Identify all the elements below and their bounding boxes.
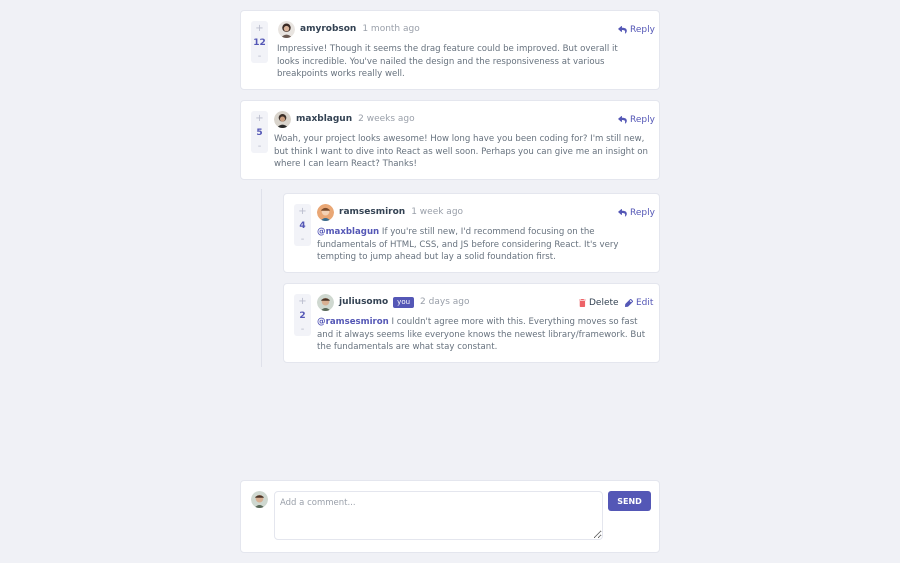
- reply-icon: [618, 116, 627, 124]
- trash-icon: [579, 299, 586, 307]
- comment-composer: SEND: [240, 480, 660, 553]
- reply-card-own: + 2 - juliusomo you 2 days ago Delete Ed…: [283, 283, 660, 363]
- vote-widget: + 4 -: [294, 204, 311, 246]
- comment-header: ramsesmiron 1 week ago: [317, 203, 463, 221]
- vote-widget: + 2 -: [294, 294, 311, 336]
- vote-widget: + 12 -: [251, 21, 268, 63]
- avatar: [317, 203, 334, 221]
- reply-text: @ramsesmiron I couldn't agree more with …: [317, 316, 652, 354]
- comment-header: amyrobson 1 month ago: [278, 20, 420, 38]
- send-button[interactable]: SEND: [608, 491, 651, 511]
- score-count: 12: [253, 38, 266, 48]
- downvote-button[interactable]: -: [258, 141, 262, 153]
- reply-text: @maxblagun If you're still new, I'd reco…: [317, 226, 652, 264]
- reply-button[interactable]: Reply: [618, 208, 655, 218]
- timestamp: 2 days ago: [420, 297, 470, 307]
- edit-button[interactable]: Edit: [625, 298, 653, 308]
- mention[interactable]: @ramsesmiron: [317, 317, 389, 327]
- delete-label: Delete: [589, 298, 619, 308]
- score-count: 2: [299, 311, 306, 321]
- timestamp: 2 weeks ago: [358, 114, 415, 124]
- reply-card: + 4 - ramsesmiron 1 week ago Reply @maxb…: [283, 193, 660, 273]
- reply-label: Reply: [630, 115, 655, 125]
- reply-label: Reply: [630, 208, 655, 218]
- score-count: 4: [299, 221, 306, 231]
- comment-text: Impressive! Though it seems the drag fea…: [277, 44, 618, 79]
- reply-label: Reply: [630, 25, 655, 35]
- pencil-icon: [625, 299, 633, 307]
- thread-line: [261, 189, 262, 367]
- comment-header: maxblagun 2 weeks ago: [274, 110, 415, 128]
- username[interactable]: juliusomo: [339, 297, 388, 307]
- comment-card: + 5 - maxblagun 2 weeks ago Reply Woah, …: [240, 100, 660, 180]
- reply-button[interactable]: Reply: [618, 115, 655, 125]
- upvote-button[interactable]: +: [298, 296, 306, 308]
- comment-text: Woah, your project looks awesome! How lo…: [274, 134, 648, 169]
- downvote-button[interactable]: -: [301, 234, 305, 246]
- avatar: [274, 110, 291, 128]
- timestamp: 1 week ago: [411, 207, 464, 217]
- downvote-button[interactable]: -: [258, 51, 262, 63]
- score-count: 5: [256, 128, 263, 138]
- you-badge: you: [393, 296, 415, 308]
- avatar: [278, 20, 295, 38]
- mention[interactable]: @maxblagun: [317, 227, 379, 237]
- timestamp: 1 month ago: [362, 24, 420, 34]
- avatar: [317, 293, 334, 311]
- username[interactable]: maxblagun: [296, 114, 352, 124]
- username[interactable]: ramsesmiron: [339, 207, 405, 217]
- comment-input[interactable]: [274, 491, 603, 540]
- comment-header: juliusomo you 2 days ago: [317, 293, 469, 311]
- edit-label: Edit: [636, 298, 654, 308]
- upvote-button[interactable]: +: [298, 206, 306, 218]
- upvote-button[interactable]: +: [255, 23, 263, 35]
- avatar: [251, 491, 268, 508]
- comment-card: + 12 - amyrobson 1 month ago Reply Impre…: [240, 10, 660, 90]
- delete-button[interactable]: Delete: [579, 298, 619, 308]
- reply-icon: [618, 26, 627, 34]
- upvote-button[interactable]: +: [255, 113, 263, 125]
- reply-icon: [618, 209, 627, 217]
- reply-button[interactable]: Reply: [618, 25, 655, 35]
- downvote-button[interactable]: -: [301, 324, 305, 336]
- username[interactable]: amyrobson: [300, 24, 356, 34]
- vote-widget: + 5 -: [251, 111, 268, 153]
